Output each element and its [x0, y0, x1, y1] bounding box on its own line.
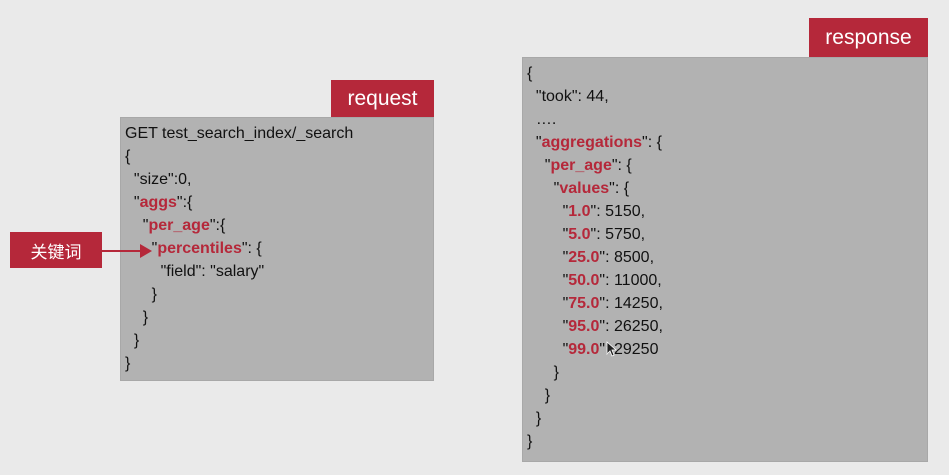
response-code-line: "values": {: [553, 180, 630, 197]
keyword-arrow-line: [102, 250, 142, 252]
request-code-line: "field": "salary": [160, 263, 265, 280]
request-code-line: GET test_search_index/_search: [125, 125, 354, 142]
response-code-line: "25.0": 8500,: [562, 249, 655, 266]
response-code-line: "5.0": 5750,: [562, 226, 646, 243]
keyword-label: 关键词: [10, 232, 102, 268]
request-code-line: }: [125, 309, 149, 326]
request-code-line: "size":0,: [133, 171, 192, 188]
response-code-line: }: [527, 364, 560, 381]
response-code-line: "99.0": 29250: [562, 341, 659, 358]
request-code: GET test_search_index/_search { "size":0,…: [125, 122, 353, 375]
response-code-line: {: [527, 65, 533, 82]
response-code-line: }: [527, 387, 551, 404]
request-code-line: {: [125, 148, 131, 165]
response-code-line: }: [527, 410, 542, 427]
request-code-line: }: [125, 286, 158, 303]
response-code-line: "50.0": 11000,: [562, 272, 662, 289]
response-code-line: "took": 44,: [535, 88, 609, 105]
request-code-line: "per_age":{: [142, 217, 226, 234]
mouse-cursor-icon: [606, 341, 618, 357]
request-code-line: }: [125, 355, 131, 372]
request-tag: request: [331, 80, 434, 117]
arrow-right-icon: [140, 244, 152, 258]
response-code: { "took": 44, …. "aggregations": { "per_…: [527, 62, 663, 453]
response-code-line: "75.0": 14250,: [562, 295, 663, 312]
response-code-line: "aggregations": {: [535, 134, 662, 151]
request-code-line: "percentiles": {: [151, 240, 262, 257]
request-code-line: "aggs":{: [133, 194, 193, 211]
response-code-line: "per_age": {: [544, 157, 632, 174]
response-code-line: }: [527, 433, 533, 450]
response-code-line: ….: [527, 111, 557, 128]
response-code-line: "95.0": 26250,: [562, 318, 663, 335]
response-tag: response: [809, 18, 928, 57]
request-code-line: }: [125, 332, 140, 349]
response-code-line: "1.0": 5150,: [562, 203, 646, 220]
